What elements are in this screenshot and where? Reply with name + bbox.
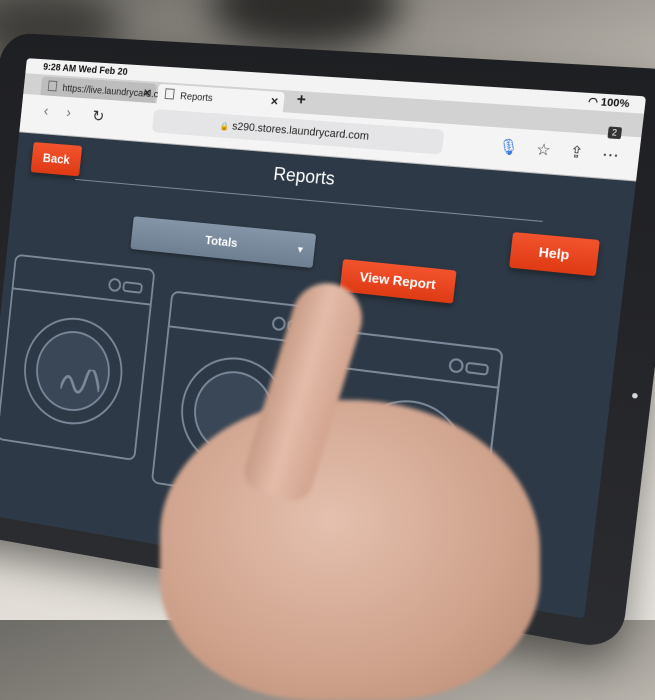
tab-label: Reports xyxy=(179,91,214,105)
hand xyxy=(160,400,540,700)
washer-drawing xyxy=(0,253,156,462)
bookmark-star-icon[interactable]: ☆ xyxy=(535,140,552,160)
reload-icon[interactable]: ↻ xyxy=(91,107,105,127)
report-type-select[interactable]: Totals ▼ xyxy=(130,216,317,269)
tab-count-badge[interactable]: 2 xyxy=(606,126,623,140)
forward-nav-icon[interactable]: › xyxy=(65,105,71,122)
help-button[interactable]: Help xyxy=(509,232,600,277)
background-object xyxy=(210,0,400,50)
select-value: Totals xyxy=(204,233,239,251)
more-icon[interactable]: ⋯ xyxy=(601,144,620,165)
microphone-icon[interactable]: 🎙 xyxy=(497,137,519,157)
page-icon xyxy=(164,88,175,100)
battery-indicator: ◠ 100% xyxy=(587,96,631,111)
view-report-button[interactable]: View Report xyxy=(339,259,457,304)
camera-dot xyxy=(631,392,638,399)
share-icon[interactable]: ⇪ xyxy=(569,142,585,162)
chevron-down-icon: ▼ xyxy=(295,244,306,256)
new-tab-button[interactable]: + xyxy=(296,91,307,110)
lock-icon: 🔒 xyxy=(219,121,230,132)
back-nav-icon[interactable]: ‹ xyxy=(43,103,49,120)
page-icon xyxy=(47,80,58,92)
wave-icon xyxy=(59,366,101,402)
close-tab-icon[interactable]: × xyxy=(270,93,279,108)
